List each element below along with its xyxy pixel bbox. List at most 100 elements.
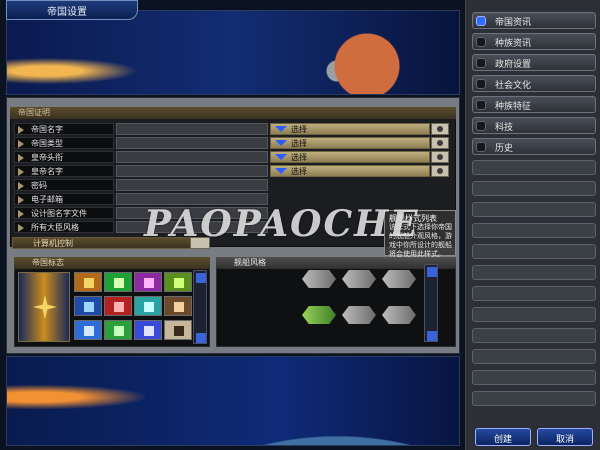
emblem-glyph-icon xyxy=(144,302,154,312)
emblem-glyph-icon xyxy=(114,278,124,288)
emperor-name-input[interactable] xyxy=(116,165,268,177)
emblem-scrollbar[interactable] xyxy=(193,270,207,344)
empire-id-header-label: 帝国证明 xyxy=(18,108,50,117)
row-label-text: 帝国类型 xyxy=(31,139,63,148)
emblem-glyph-icon xyxy=(84,326,94,336)
footer-space-banner xyxy=(6,356,460,446)
ship-icon xyxy=(302,270,336,288)
emblem-tile[interactable] xyxy=(74,296,102,316)
ship-style-option[interactable] xyxy=(380,300,418,330)
ship-style-header-label: 舰船风格 xyxy=(234,258,266,267)
randomize-dice-icon[interactable] xyxy=(431,165,449,177)
inactive-indicator-icon xyxy=(476,142,486,152)
row-label-text: 皇帝名字 xyxy=(31,167,63,176)
empire-id-header: 帝国证明 xyxy=(10,107,456,119)
sidebar-empty-slot xyxy=(472,181,596,196)
row-label-text: 设计图名字文件 xyxy=(31,209,87,218)
sidebar-empty-slot xyxy=(472,349,596,364)
row-empire-type[interactable]: 帝国类型 xyxy=(14,137,114,149)
active-indicator-icon xyxy=(476,16,486,26)
row-label-text: 帝国名字 xyxy=(31,125,63,134)
cancel-button[interactable]: 取消 xyxy=(537,428,593,446)
sidebar-item-race-traits[interactable]: 种族特征 xyxy=(472,96,596,113)
sidebar-empty-slot xyxy=(472,160,596,175)
expand-triangle-icon xyxy=(18,126,24,134)
row-emperor-title[interactable]: 皇帝头衔 xyxy=(14,151,114,163)
emblem-glyph-icon xyxy=(174,278,184,288)
emblem-tile[interactable] xyxy=(164,296,192,316)
emblem-tile[interactable] xyxy=(164,272,192,292)
scroll-down-arrow-icon[interactable] xyxy=(427,331,437,341)
emblem-preview xyxy=(18,272,70,342)
row-label-text: 所有大臣风格 xyxy=(31,223,79,232)
sidebar-item-technology[interactable]: 科技 xyxy=(472,117,596,134)
row-design-name-file[interactable]: 设计图名字文件 xyxy=(14,207,114,219)
password-input[interactable] xyxy=(116,179,268,191)
emblem-tile[interactable] xyxy=(104,296,132,316)
row-empire-name[interactable]: 帝国名字 xyxy=(14,123,114,135)
sidebar-empty-slot xyxy=(472,370,596,385)
emperor-title-input[interactable] xyxy=(116,151,268,163)
row-label-text: 密码 xyxy=(31,181,47,190)
emblem-tile[interactable] xyxy=(164,320,192,340)
create-button[interactable]: 创建 xyxy=(475,428,531,446)
sidebar-item-label: 历史 xyxy=(495,144,514,154)
empire-type-input[interactable] xyxy=(116,137,268,149)
ship-style-option[interactable] xyxy=(340,300,378,330)
row-minister-style[interactable]: 所有大臣风格 xyxy=(14,221,114,233)
right-sidebar: 帝国资讯 种族资讯 政府设置 社会文化 种族特征 科技 历史 xyxy=(465,0,600,450)
ship-style-scrollbar[interactable] xyxy=(424,264,438,342)
scroll-up-arrow-icon[interactable] xyxy=(427,267,437,277)
emblem-tile[interactable] xyxy=(74,272,102,292)
randomize-dice-icon[interactable] xyxy=(431,151,449,163)
emblem-tile[interactable] xyxy=(104,272,132,292)
emperor-title-select-button[interactable]: 选择 xyxy=(270,151,430,163)
ship-style-option[interactable] xyxy=(340,264,378,294)
sidebar-empty-slot xyxy=(472,328,596,343)
sidebar-item-label: 社会文化 xyxy=(495,81,532,91)
row-password[interactable]: 密码 xyxy=(14,179,114,191)
empire-type-select-button[interactable]: 选择 xyxy=(270,137,430,149)
sidebar-item-empire-info[interactable]: 帝国资讯 xyxy=(472,12,596,29)
sidebar-item-culture[interactable]: 社会文化 xyxy=(472,75,596,92)
inactive-indicator-icon xyxy=(476,121,486,131)
sidebar-empty-slot xyxy=(472,202,596,217)
window-title: 帝国设置 xyxy=(47,7,87,18)
ship-style-option[interactable] xyxy=(300,264,338,294)
sidebar-item-label: 种族特征 xyxy=(495,102,532,112)
emblem-tile[interactable] xyxy=(134,296,162,316)
row-emperor-name[interactable]: 皇帝名字 xyxy=(14,165,114,177)
emblem-glyph-icon xyxy=(84,302,94,312)
randomize-dice-icon[interactable] xyxy=(431,137,449,149)
inactive-indicator-icon xyxy=(476,37,486,47)
sidebar-item-government[interactable]: 政府设置 xyxy=(472,54,596,71)
emperor-name-select-button[interactable]: 选择 xyxy=(270,165,430,177)
sidebar-empty-slot xyxy=(472,223,596,238)
scroll-down-arrow-icon[interactable] xyxy=(196,333,206,343)
emblem-tile[interactable] xyxy=(134,320,162,340)
computer-control-label: 计算机控制 xyxy=(33,239,73,248)
sidebar-item-label: 政府设置 xyxy=(495,60,532,70)
emblem-tile[interactable] xyxy=(134,272,162,292)
emblem-tile[interactable] xyxy=(74,320,102,340)
inactive-indicator-icon xyxy=(476,58,486,68)
emblem-star-icon xyxy=(33,295,57,319)
empire-name-select-button[interactable]: 选择 xyxy=(270,123,430,135)
randomize-dice-icon[interactable] xyxy=(431,123,449,135)
emblem-glyph-icon xyxy=(144,278,154,288)
ship-style-option[interactable] xyxy=(380,264,418,294)
sidebar-empty-slot xyxy=(472,307,596,322)
ship-style-option[interactable] xyxy=(300,300,338,330)
expand-triangle-icon xyxy=(18,140,24,148)
sidebar-item-race-info[interactable]: 种族资讯 xyxy=(472,33,596,50)
empire-emblem-header: 帝国标志 xyxy=(14,257,210,269)
dropdown-arrow-icon xyxy=(275,140,287,146)
row-email[interactable]: 电子邮箱 xyxy=(14,193,114,205)
emblem-tile[interactable] xyxy=(104,320,132,340)
empire-name-input[interactable] xyxy=(116,123,268,135)
sidebar-empty-slot xyxy=(472,244,596,259)
sidebar-item-history[interactable]: 历史 xyxy=(472,138,596,155)
scroll-up-arrow-icon[interactable] xyxy=(196,273,206,283)
dropdown-arrow-icon xyxy=(275,154,287,160)
emblem-glyph-icon xyxy=(114,326,124,336)
